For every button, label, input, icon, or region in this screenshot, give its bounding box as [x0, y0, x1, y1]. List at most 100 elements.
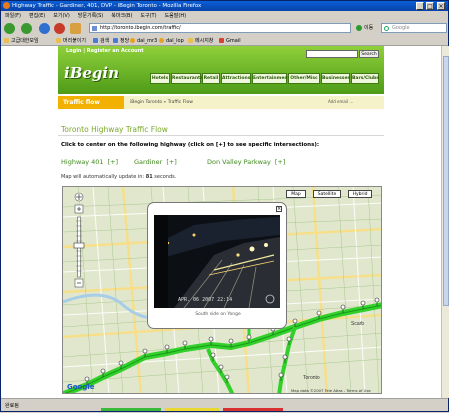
breadcrumb[interactable]: iBegin Toronto » Traffic Flow [130, 96, 193, 109]
expand-link[interactable]: [+] [166, 158, 177, 166]
category-restaurants[interactable]: Restaurants [171, 73, 203, 84]
window-title: Highway Traffic - Gardiner, 401, DVP - i… [12, 3, 202, 9]
folder-icon [4, 38, 9, 43]
highway-name[interactable]: Gardiner [134, 158, 162, 166]
back-icon[interactable] [4, 23, 15, 34]
folder-icon [56, 38, 61, 43]
zoom-slider-handle[interactable] [73, 242, 85, 249]
menu-help[interactable]: 도움말(H) [165, 13, 186, 19]
menu-file[interactable]: 파일(F) [5, 13, 21, 19]
site-search-button[interactable]: Search [359, 50, 379, 58]
menu-bookmarks[interactable]: 북마크(B) [111, 13, 132, 19]
bookmark-item[interactable]: 고급대한모임 [4, 36, 39, 46]
highway-name[interactable]: Don Valley Parkway [207, 158, 271, 166]
address-bar[interactable]: http://toronto.ibegin.com/traffic/ [89, 23, 351, 33]
bookmark-label: 정당 [120, 38, 130, 44]
status-bar: 완료됨 [1, 398, 448, 412]
category-entertainment[interactable]: Entertainment [252, 73, 290, 84]
bookmark-item[interactable]: 정당 [113, 36, 129, 46]
page-icon [92, 26, 97, 31]
category-attractions[interactable]: Attractions [221, 73, 251, 84]
map-type-map[interactable]: Map [286, 190, 306, 198]
category-businesses[interactable]: Businesses [321, 73, 350, 84]
camera-marker[interactable] [278, 372, 284, 381]
update-suffix: seconds. [154, 174, 177, 180]
map-type-hybrid[interactable]: Hybrid [348, 190, 372, 198]
camera-marker[interactable] [286, 336, 292, 345]
menu-edit[interactable]: 편집(E) [29, 13, 45, 19]
camera-marker[interactable] [228, 338, 234, 347]
traffic-map[interactable]: Scarb Toronto Map Satellite Hybrid × APR… [62, 186, 382, 394]
section-bar: Traffic flow iBegin Toronto » Traffic Fl… [58, 96, 384, 109]
camera-timestamp: APR. 06 2007 22:14 [178, 297, 232, 303]
page-viewport: Login | Register an Account Search iBegi… [1, 46, 441, 398]
menu-history[interactable]: 방문기록(S) [78, 13, 103, 19]
expand-link[interactable]: [+] [108, 158, 119, 166]
bookmark-item[interactable]: dal_mr3 [130, 36, 157, 46]
menu-view[interactable]: 보기(V) [53, 13, 70, 19]
zoom-control[interactable] [69, 191, 89, 291]
bookmark-item[interactable]: 검색 [93, 36, 109, 46]
site-search-input[interactable] [306, 50, 358, 58]
camera-marker[interactable] [100, 368, 106, 377]
vertical-scrollbar[interactable] [441, 46, 449, 398]
forward-icon[interactable] [21, 23, 32, 34]
bookmark-label: Gmail [226, 38, 241, 44]
highway-dvp-link[interactable]: Don Valley Parkway [+] [207, 158, 285, 166]
page-title: Toronto Highway Traffic Flow [61, 125, 168, 134]
category-bars[interactable]: Bars/Clubs [351, 73, 379, 84]
camera-marker[interactable] [224, 374, 230, 383]
google-logo[interactable]: Google [67, 383, 95, 391]
bookmark-item[interactable]: 메시지창 [188, 36, 213, 46]
login-link[interactable]: Login | Register an Account [66, 48, 144, 54]
camera-marker[interactable] [118, 360, 124, 369]
status-segment-green [101, 408, 161, 411]
page-tools[interactable]: Add email ... [328, 99, 353, 104]
minimize-button[interactable]: _ [416, 2, 424, 10]
camera-caption: South side on Yonge [195, 312, 241, 317]
bookmark-item[interactable]: Gmail [219, 36, 241, 46]
camera-marker[interactable] [142, 348, 148, 357]
scrollbar-thumb[interactable] [443, 56, 449, 306]
highway-gardiner-link[interactable]: Gardiner [+] [134, 158, 177, 166]
search-input[interactable]: Google [381, 23, 447, 33]
camera-marker[interactable] [218, 364, 224, 373]
highway-401-link[interactable]: Highway 401 [+] [61, 158, 118, 166]
category-other[interactable]: Other/Misc [288, 73, 320, 84]
close-icon[interactable]: × [276, 206, 282, 212]
camera-marker[interactable] [246, 334, 252, 343]
maximize-button[interactable]: □ [426, 2, 434, 10]
stop-icon[interactable] [54, 23, 65, 34]
bookmark-label: dal_lop [166, 38, 184, 44]
site-logo[interactable]: iBegin [64, 64, 119, 82]
camera-marker[interactable] [210, 352, 216, 361]
camera-marker[interactable] [374, 297, 380, 306]
category-retail[interactable]: Retail [202, 73, 220, 84]
camera-marker[interactable] [164, 344, 170, 353]
camera-marker[interactable] [316, 310, 322, 319]
url-text: http://toronto.ibegin.com/traffic/ [100, 25, 181, 31]
bookmark-label: dal_mr3 [137, 38, 158, 44]
category-hotels[interactable]: Hotels [150, 73, 170, 84]
home-icon[interactable] [70, 23, 81, 34]
bookmark-item[interactable]: 머리붙이기 [56, 36, 86, 46]
camera-marker[interactable] [360, 300, 366, 309]
go-button[interactable]: 이동 [356, 23, 378, 33]
camera-marker[interactable] [208, 336, 214, 345]
camera-marker[interactable] [182, 340, 188, 349]
reload-icon[interactable] [39, 23, 50, 34]
map-copyright[interactable]: Map data ©2007 Tele Atlas - Terms of Use [291, 388, 371, 393]
camera-marker[interactable] [340, 304, 346, 313]
close-button[interactable]: × [437, 2, 445, 10]
update-message: Map will automatically update in: 81 sec… [61, 174, 176, 180]
bookmark-label: 검색 [100, 38, 110, 44]
traffic-flow-tab[interactable]: Traffic flow [58, 96, 124, 109]
expand-link[interactable]: [+] [275, 158, 286, 166]
menu-tools[interactable]: 도구(T) [140, 13, 156, 19]
map-type-satellite[interactable]: Satellite [313, 190, 341, 198]
menu-bar: 파일(F) 편집(E) 보기(V) 방문기록(S) 북마크(B) 도구(T) 도움말(H) [1, 11, 448, 21]
bookmark-item[interactable]: dal_lop [159, 36, 184, 46]
camera-marker[interactable] [282, 354, 288, 363]
highway-name[interactable]: Highway 401 [61, 158, 104, 166]
camera-marker[interactable] [292, 318, 298, 327]
